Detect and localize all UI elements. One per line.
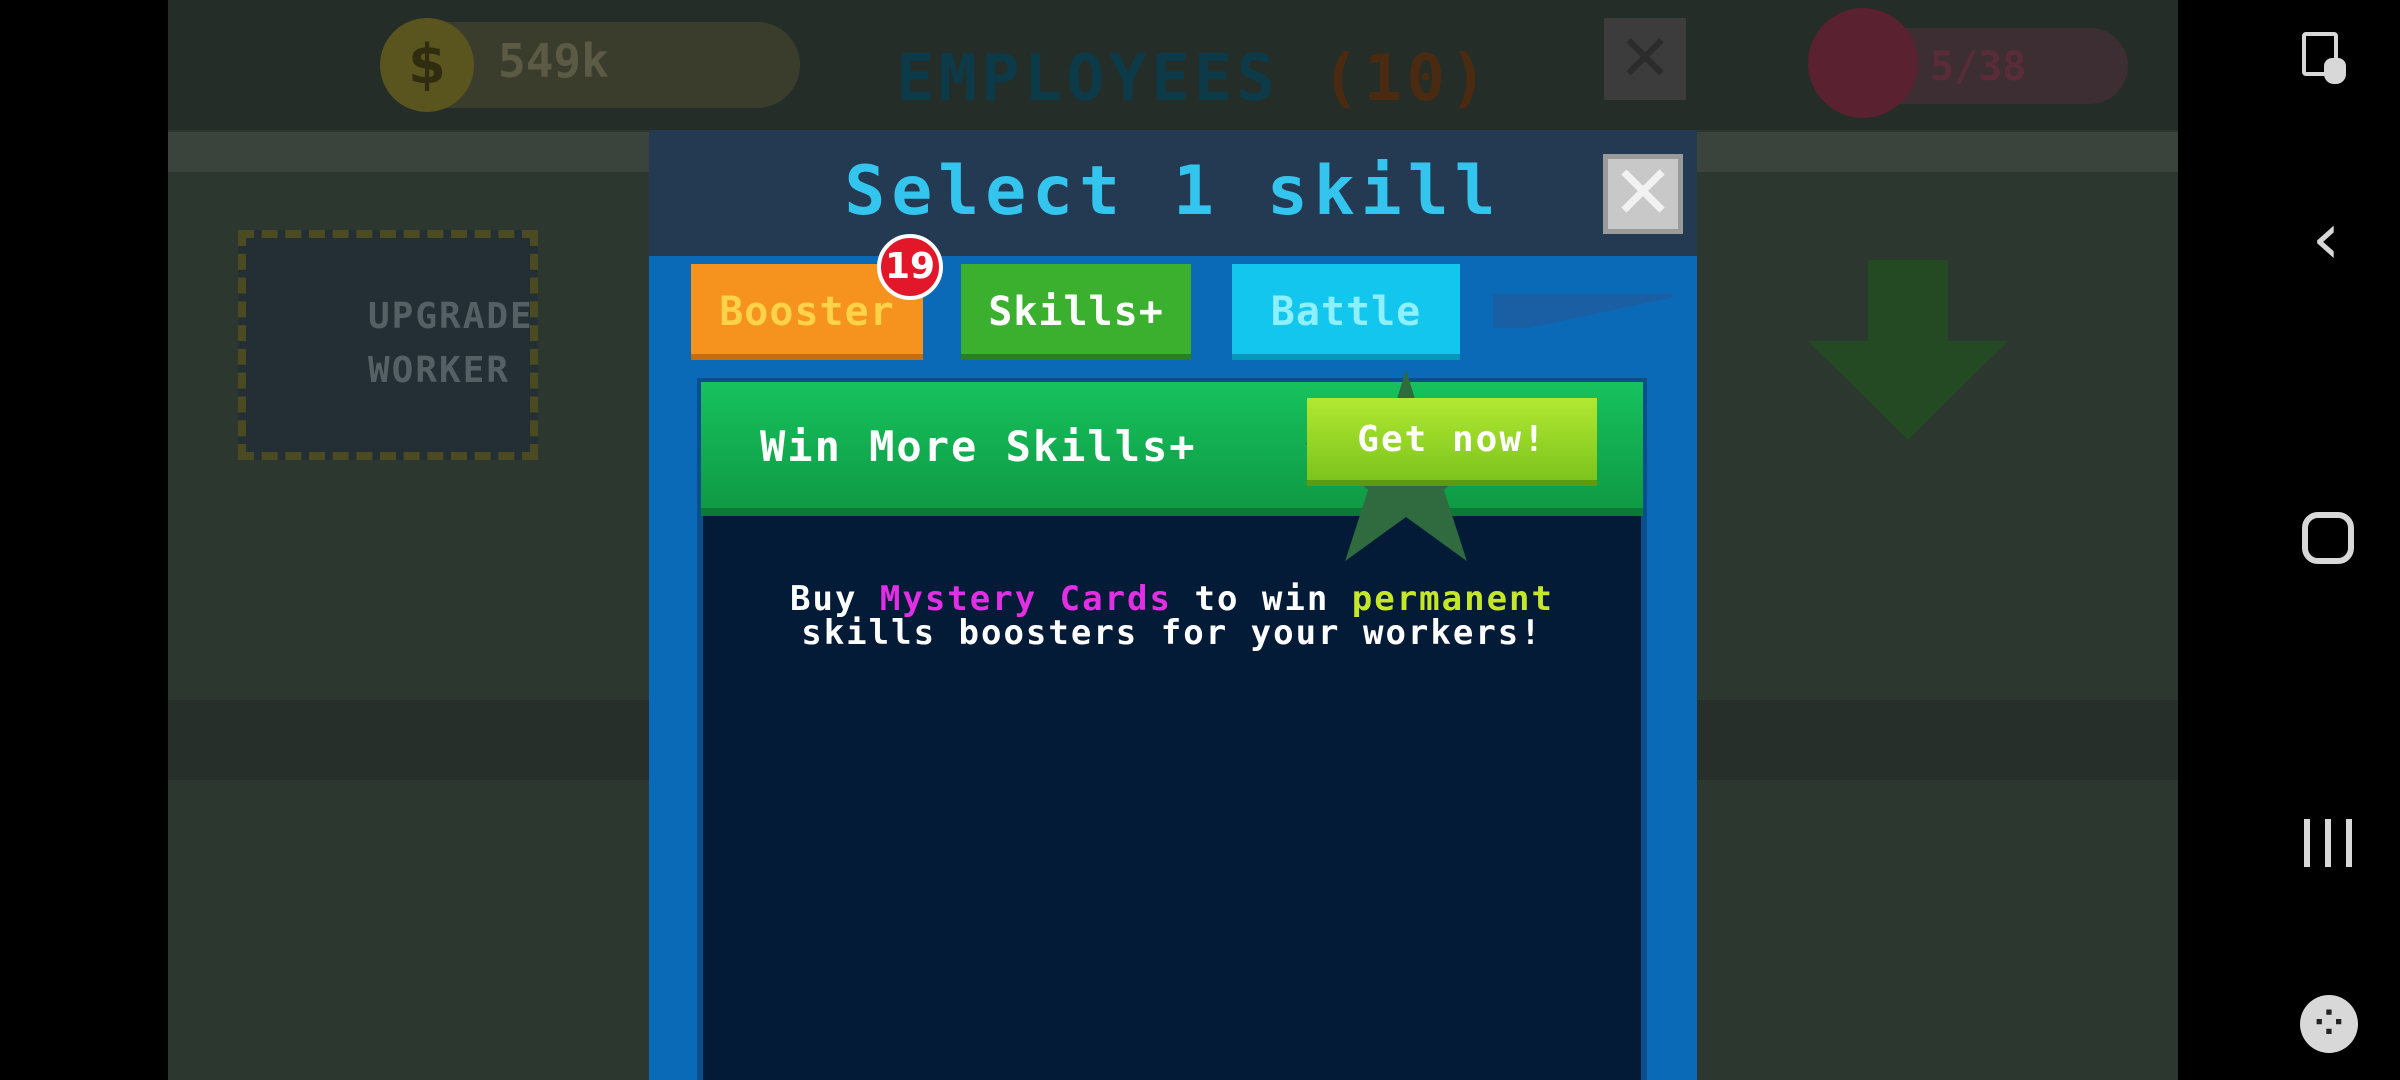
dialog-header: Select 1 skill ✕ — [649, 130, 1697, 256]
tab-battle[interactable]: Battle — [1232, 264, 1460, 360]
upgrade-worker-label: UPGRADE WORKER — [368, 296, 534, 391]
select-skill-dialog: Select 1 skill ✕ Booster 19 Skills+ Batt… — [649, 130, 1697, 1080]
tab-strip-decoration — [1493, 294, 1673, 328]
coin-icon: $ — [380, 18, 474, 112]
recents-icon[interactable] — [2300, 815, 2356, 871]
close-button[interactable]: ✕ — [1603, 154, 1683, 234]
coin-value: 549k — [498, 34, 609, 88]
system-navigation-bar — [2178, 0, 2400, 1080]
screen: $ 549k EMPLOYEES (10) ✕ 5/38 UPGRADE WOR… — [0, 0, 2400, 1080]
down-arrow-icon — [1808, 260, 2008, 440]
employees-title-text: EMPLOYEES — [896, 42, 1279, 116]
get-now-button[interactable]: Get now! — [1307, 398, 1597, 486]
employees-title: EMPLOYEES (10) — [896, 42, 1491, 116]
donut-icon — [1808, 8, 1918, 118]
donut-counter-value: 5/38 — [1930, 44, 2027, 90]
employees-count: (10) — [1321, 42, 1492, 116]
win-more-label: Win More Skills+ — [760, 422, 1197, 471]
background-close-icon: ✕ — [1604, 18, 1686, 100]
home-icon[interactable] — [2302, 512, 2354, 564]
dialog-title: Select 1 skill — [844, 152, 1502, 231]
mystery-cards-description: Buy Mystery Cards to win permanent skill… — [709, 582, 1635, 650]
shortcut-icon[interactable] — [2302, 32, 2346, 84]
back-icon[interactable]: ‹ — [2296, 198, 2356, 278]
booster-count-badge: 19 — [877, 234, 943, 300]
game-launcher-icon[interactable]: ⁘ — [2300, 995, 2358, 1053]
description-text: skills boosters for your workers! — [801, 613, 1543, 653]
tab-skills-plus[interactable]: Skills+ — [961, 264, 1191, 360]
